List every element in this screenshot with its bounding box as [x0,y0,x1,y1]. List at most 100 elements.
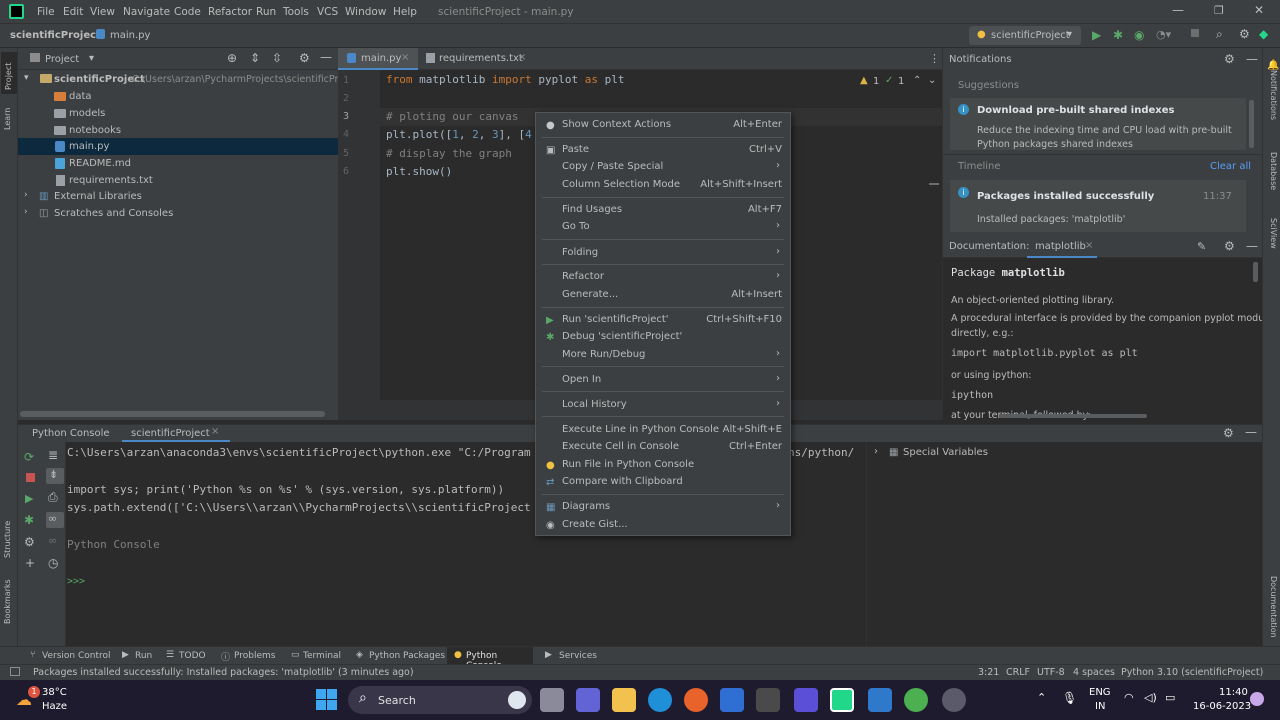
suggestion-title[interactable]: Download pre-built shared indexes [977,105,1174,116]
sciview-tool-button[interactable]: SciView [1269,218,1278,249]
close-icon[interactable]: × [1085,240,1093,251]
close-icon[interactable]: × [211,426,219,437]
menu-edit[interactable]: Edit [63,6,83,18]
teams-icon[interactable] [576,688,600,712]
firefox-icon[interactable] [684,688,708,712]
tool-terminal[interactable]: Terminal [303,651,341,661]
file-encoding[interactable]: UTF-8 [1037,667,1065,678]
tab-main-py[interactable]: main.py × [338,48,418,70]
code-line-1[interactable]: from matplotlib import pyplot as plt [386,73,624,86]
notifications-tool-button[interactable]: Notifications [1269,70,1278,120]
hide-panel-icon[interactable]: — [1246,239,1258,253]
recorder-icon[interactable] [942,688,966,712]
edge-icon[interactable] [648,688,672,712]
tree-item-readme[interactable]: README.md [18,155,338,172]
pycharm-logo-icon[interactable] [9,4,24,19]
pycharm-taskbar-icon[interactable] [830,688,854,712]
menu-debug-project[interactable]: ✱ Debug 'scientificProject' [536,328,790,345]
profile-icon[interactable]: ◔▾ [1156,28,1171,41]
show-variables-icon[interactable]: ∞ [46,512,64,528]
chevron-down-icon[interactable]: ⌄ [928,75,936,86]
chevron-right-icon[interactable]: › [24,207,28,217]
close-icon[interactable]: ✕ [1254,3,1264,17]
tab-python-console[interactable]: Python Console [24,425,116,442]
gear-icon[interactable]: ⚙ [1223,426,1234,440]
menu-generate[interactable]: Generate... Alt+Insert [536,286,790,303]
run-icon[interactable]: ▶ [1092,28,1101,42]
vertical-scrollbar[interactable] [1253,262,1258,282]
caret-position[interactable]: 3:21 [978,667,999,678]
horizontal-scrollbar[interactable] [999,414,1147,418]
stop-icon[interactable] [26,473,35,482]
console-prompt[interactable]: >>> [67,576,85,587]
tool-services[interactable]: Services [559,651,597,661]
gear-icon[interactable]: ⚙ [24,535,35,549]
close-icon[interactable]: × [518,52,526,63]
menu-tools[interactable]: Tools [283,6,309,18]
windows-start-icon[interactable] [316,689,338,711]
run-icon[interactable]: ▶ [25,492,33,505]
chevron-up-icon[interactable]: ⌃ [1037,691,1046,704]
file-explorer-icon[interactable] [612,688,636,712]
locate-file-icon[interactable]: ⊕ [227,51,237,65]
tree-item-notebooks[interactable]: notebooks [18,122,338,139]
unity-icon[interactable] [756,688,780,712]
battery-icon[interactable]: ▭ [1165,691,1175,704]
chevron-down-icon[interactable]: ▾ [89,53,94,64]
menu-go-to[interactable]: Go To › [536,218,790,235]
search-icon[interactable]: ⌕ [1216,27,1223,42]
restore-icon[interactable]: ❐ [1214,4,1224,17]
clock-time[interactable]: 11:40 [1219,687,1248,698]
watches-icon[interactable]: ∞ [48,534,57,547]
menu-navigate[interactable]: Navigate [123,6,170,18]
run-config-selector[interactable]: ● scientificProject ▾ [969,26,1081,45]
hide-panel-icon[interactable]: — [1246,52,1258,66]
menu-refactor[interactable]: Refactor › [536,268,790,285]
menu-execute-cell[interactable]: Execute Cell in Console Ctrl+Enter [536,438,790,455]
menu-copy-paste-special[interactable]: Copy / Paste Special › [536,158,790,175]
language-region[interactable]: IN [1095,701,1105,712]
tool-run[interactable]: Run [135,651,152,661]
add-icon[interactable]: + [25,556,35,570]
clear-all-link[interactable]: Clear all [1210,161,1251,172]
gear-icon[interactable]: ⚙ [1239,27,1250,41]
gear-icon[interactable]: ⚙ [299,51,310,65]
rerun-icon[interactable]: ⟳ [24,450,34,464]
close-icon[interactable]: × [401,52,409,63]
tree-item-scratches[interactable]: › ◫ Scratches and Consoles [18,205,338,222]
indent-setting[interactable]: 4 spaces [1073,667,1115,678]
debug-icon[interactable]: ✱ [24,513,34,527]
gear-icon[interactable]: ⚙ [1224,239,1235,253]
scroll-to-end-icon[interactable]: ⇟ [46,468,64,484]
microphone-icon[interactable]: 🎙 [1062,691,1077,705]
task-view-icon[interactable] [540,688,564,712]
volume-icon[interactable]: ◁) [1144,691,1157,704]
menu-find-usages[interactable]: Find Usages Alt+F7 [536,201,790,218]
breadcrumb-file[interactable]: main.py [110,30,150,41]
tab-scientific-project[interactable]: scientificProject × [122,425,230,442]
print-icon[interactable]: ⎙ [48,490,58,505]
chevron-right-icon[interactable]: › [874,446,878,457]
menu-paste[interactable]: ▣ Paste Ctrl+V [536,141,790,158]
clock-date[interactable]: 16-06-2023 [1193,701,1251,712]
documentation-tool-button[interactable]: Documentation [1269,576,1278,638]
hide-panel-icon[interactable]: — [1245,425,1257,439]
database-tool-button[interactable]: Database [1269,152,1278,190]
menu-file[interactable]: File [37,6,55,18]
horizontal-scrollbar[interactable] [20,411,325,417]
menu-view[interactable]: View [90,6,115,18]
menu-compare-clipboard[interactable]: ⇄ Compare with Clipboard [536,473,790,490]
menu-more-run-debug[interactable]: More Run/Debug › [536,346,790,363]
python-interpreter[interactable]: Python 3.10 (scientificProject) [1121,667,1263,678]
language-code[interactable]: ENG [1089,687,1111,698]
notepad-icon[interactable] [868,688,892,712]
tree-item-requirements[interactable]: requirements.txt [18,172,338,189]
breadcrumb-project[interactable]: scientificProject [10,30,101,41]
chevron-up-icon[interactable]: ⌃ [913,75,921,86]
inspection-widget[interactable]: ▲ 1 ✓ 1 ⌃ [858,75,921,89]
more-tabs-icon[interactable]: ⋮ [929,52,940,65]
tab-requirements[interactable]: requirements.txt × [418,48,534,70]
project-panel-title[interactable]: Project [45,54,79,65]
special-variables[interactable]: Special Variables [903,447,988,458]
menu-help[interactable]: Help [393,6,417,18]
